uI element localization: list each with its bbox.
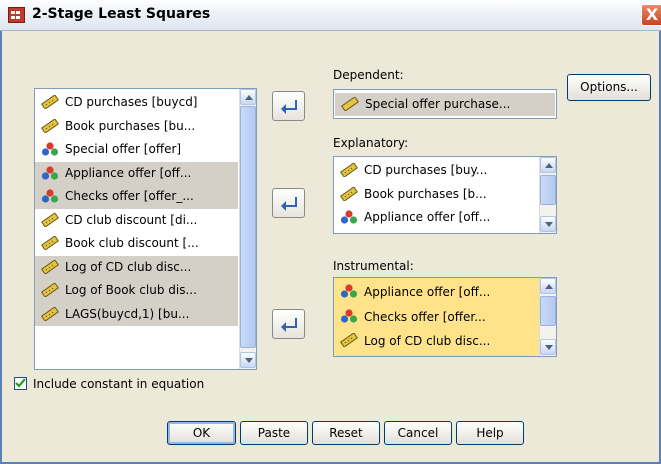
source-list-item[interactable]: Appliance offer [off... [35,161,238,185]
dependent-field[interactable]: Special offer purchase... [333,89,557,119]
include-constant-label: Include constant in equation [33,377,205,391]
explanatory-label: Explanatory: [333,136,409,150]
explanatory-list-item[interactable]: Book purchases [b... [334,183,537,207]
arrow-right-icon [281,100,297,114]
instrumental-label: Instrumental: [333,259,414,273]
source-list-item[interactable]: LAGS(buycd,1) [bu... [35,302,238,326]
scale-ruler-icon [340,333,358,347]
source-list-item[interactable]: Special offer [offer] [35,138,238,162]
scroll-thumb[interactable] [240,106,256,348]
explanatory-list[interactable]: CD purchases [buy... Book purchases [b...… [333,156,557,234]
list-item-label: LAGS(buycd,1) [bu... [65,306,190,321]
instrumental-list-item[interactable]: Checks offer [offer... [334,304,537,329]
nominal-circles-icon [41,165,59,180]
nominal-circles-icon [340,308,358,323]
list-item-label: Log of CD club disc... [364,334,491,348]
list-item-label: CD club discount [di... [65,212,198,227]
instrumental-list-item[interactable]: Log of CD club disc... [334,329,537,354]
scroll-down-button[interactable] [240,352,256,368]
source-list-item[interactable]: Book purchases [bu... [35,115,238,139]
nominal-circles-icon [41,189,59,203]
source-variable-list[interactable]: CD purchases [buycd] Book purchases [bu..… [34,88,257,370]
arrow-right-icon [281,197,297,211]
scale-ruler-icon [41,118,59,133]
scale-ruler-icon [41,306,59,321]
instrumental-list[interactable]: Appliance offer [off... Checks offer [off… [333,277,557,357]
scale-ruler-icon [340,163,358,177]
window-title: 2-Stage Least Squares [32,6,211,22]
list-item-label: Appliance offer [off... [364,210,491,224]
title-bar: 2-Stage Least Squares X [0,0,661,31]
source-list-scrollbar[interactable] [239,89,256,369]
scale-ruler-icon [340,186,358,201]
table-icon [8,7,25,23]
scale-ruler-icon [341,97,359,111]
move-to-dependent-button[interactable] [272,91,305,121]
scroll-up-button[interactable] [540,278,556,294]
paste-button[interactable]: Paste [240,421,308,445]
scale-ruler-icon [41,95,59,109]
explanatory-scrollbar[interactable] [539,157,556,233]
scroll-down-button[interactable] [540,216,556,232]
source-list-item[interactable]: Log of Book club dis... [35,279,238,303]
source-list-item[interactable]: CD club discount [di... [35,209,238,233]
scale-ruler-icon [41,283,59,297]
scale-ruler-icon [41,212,59,227]
list-item-label: Log of CD club disc... [65,259,192,274]
list-item-label: Appliance offer [off... [65,165,192,180]
reset-button[interactable]: Reset [312,421,380,445]
list-item-label: CD purchases [buy... [364,163,488,177]
instrumental-list-item[interactable]: Appliance offer [off... [334,280,537,305]
scroll-up-button[interactable] [240,89,256,105]
explanatory-list-item[interactable]: Appliance offer [off... [334,206,537,230]
options-button[interactable]: Options... [567,74,651,101]
nominal-circles-icon [340,284,358,298]
explanatory-list-item[interactable]: CD purchases [buy... [334,159,537,183]
arrow-right-icon [281,318,297,332]
ok-button[interactable]: OK [167,421,236,445]
cancel-button[interactable]: Cancel [384,421,452,445]
nominal-circles-icon [41,142,59,156]
source-list-item[interactable]: Checks offer [offer_... [35,185,238,209]
nominal-circles-icon [340,210,358,224]
checkmark-icon [15,378,26,388]
help-button[interactable]: Help [456,421,524,445]
source-list-item[interactable]: Book club discount [... [35,232,238,256]
scale-ruler-icon [41,259,59,274]
dependent-item[interactable]: Special offer purchase... [335,93,555,116]
source-list-item[interactable]: CD purchases [buycd] [35,91,238,115]
dialog-window: 2-Stage Least Squares X CD purchases [bu… [0,0,661,464]
list-item-label: CD purchases [buycd] [65,95,198,109]
source-list-item[interactable]: Log of CD club disc... [35,255,238,279]
dependent-label: Dependent: [333,68,404,82]
list-item-label: Book purchases [bu... [65,118,196,133]
include-constant-checkbox[interactable] [14,377,27,390]
list-item-label: Special offer [offer] [65,142,182,156]
list-item-label: Log of Book club dis... [65,283,197,297]
list-item-label: Book purchases [b... [364,186,487,201]
scroll-thumb[interactable] [540,175,556,205]
close-button[interactable]: X [641,4,661,26]
move-to-instrumental-button[interactable] [272,309,305,339]
list-item-label: Checks offer [offer... [364,309,486,324]
scale-ruler-icon [41,236,59,250]
list-item-label: Appliance offer [off... [364,285,491,299]
scroll-up-button[interactable] [540,157,556,173]
list-item-label: Book club discount [... [65,236,199,250]
scroll-down-button[interactable] [540,339,556,355]
list-item-label: Checks offer [offer_... [65,189,194,203]
move-to-explanatory-button[interactable] [272,188,305,218]
instrumental-scrollbar[interactable] [539,278,556,356]
scroll-thumb[interactable] [540,296,556,326]
